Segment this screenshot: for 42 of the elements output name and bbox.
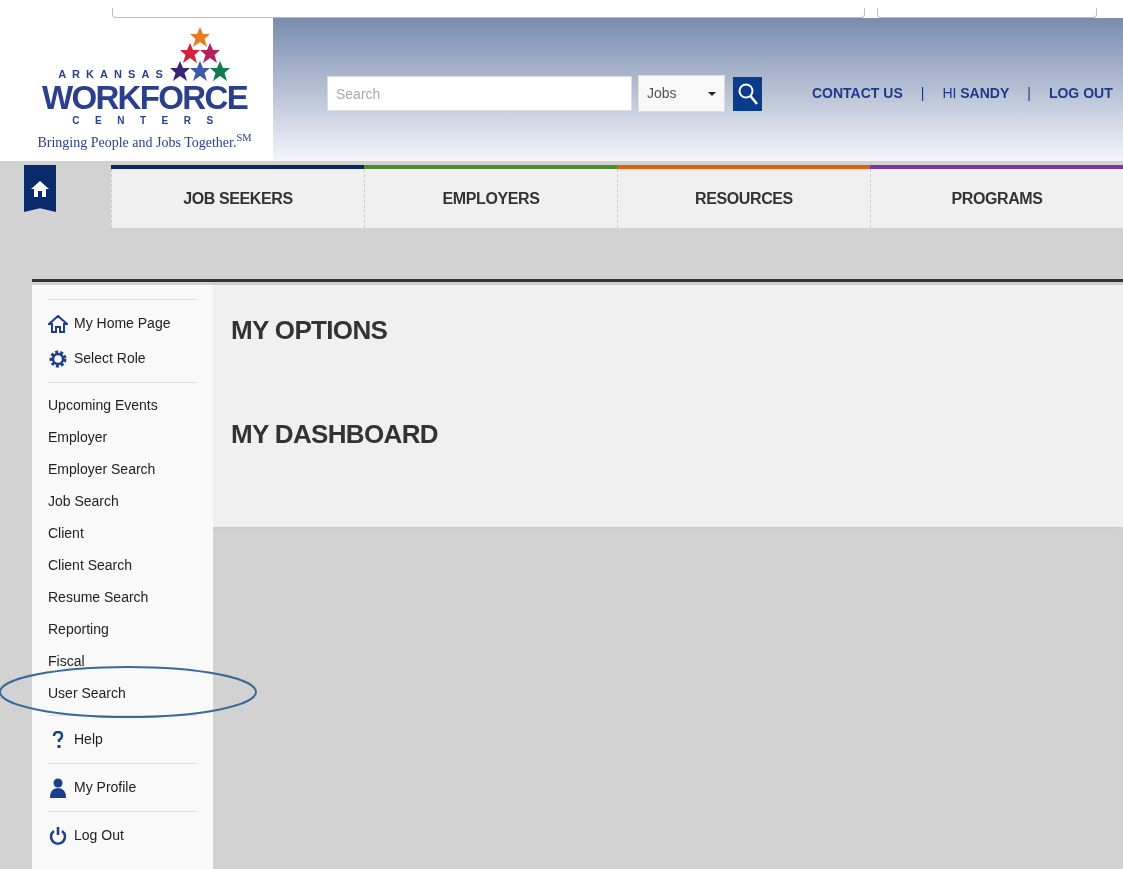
nav-tab[interactable]: PROGRAMS <box>870 169 1123 228</box>
sidebar-link[interactable]: My Home Page <box>48 306 197 341</box>
nav-tab[interactable]: RESOURCES <box>617 169 870 228</box>
header-link[interactable]: LOG OUT <box>1048 83 1113 104</box>
nav-tab[interactable]: EMPLOYERS <box>364 169 617 228</box>
header-link[interactable]: CONTACT US <box>812 83 903 104</box>
sidebar-link[interactable]: Log Out <box>48 818 197 853</box>
sidebar-link[interactable]: My Profile <box>48 770 197 805</box>
home-icon <box>30 179 50 198</box>
logo-figures-drawing <box>168 26 231 83</box>
logo-text: WORKFORCE <box>41 82 248 113</box>
help-icon <box>52 730 64 749</box>
gear-icon <box>48 348 68 369</box>
separator-text: | <box>920 84 925 103</box>
nav-tab[interactable]: JOB SEEKERS <box>111 169 364 228</box>
sidebar-link[interactable]: Fiscal <box>48 645 197 677</box>
logo-text: ARKANSAS <box>58 67 169 82</box>
logo-text: CENTERS <box>71 113 229 128</box>
section-heading: MY DASHBOARD <box>231 418 439 451</box>
home-icon <box>48 314 68 333</box>
caret-icon <box>708 91 716 96</box>
search-field[interactable]: Search <box>327 76 632 111</box>
sidebar-link[interactable]: Resume Search <box>48 581 197 613</box>
power-icon <box>49 825 67 846</box>
sidebar-link[interactable]: Help <box>48 722 197 757</box>
sidebar-link[interactable]: Upcoming Events <box>48 389 197 421</box>
section-heading: MY OPTIONS <box>231 314 389 347</box>
sidebar-link[interactable]: Reporting <box>48 613 197 645</box>
sidebar-link[interactable]: Employer Search <box>48 453 197 485</box>
separator-text: | <box>1027 84 1031 103</box>
category-select[interactable]: Jobs <box>638 75 725 112</box>
sidebar-link[interactable]: Job Search <box>48 485 197 517</box>
search-button[interactable] <box>733 76 762 111</box>
sidebar-link[interactable]: Select Role <box>48 341 197 376</box>
sidebar-link[interactable]: Employer <box>48 421 197 453</box>
user-icon <box>49 777 67 798</box>
search-icon <box>736 81 759 106</box>
logo-tagline: Bringing People and Jobs Together.$^{SM}$ <box>37 131 252 152</box>
sidebar-link[interactable]: Client <box>48 517 197 549</box>
home-tab[interactable] <box>24 165 56 212</box>
sidebar-link[interactable]: Client Search <box>48 549 197 581</box>
greeting-text: HI SANDY <box>942 84 1010 103</box>
